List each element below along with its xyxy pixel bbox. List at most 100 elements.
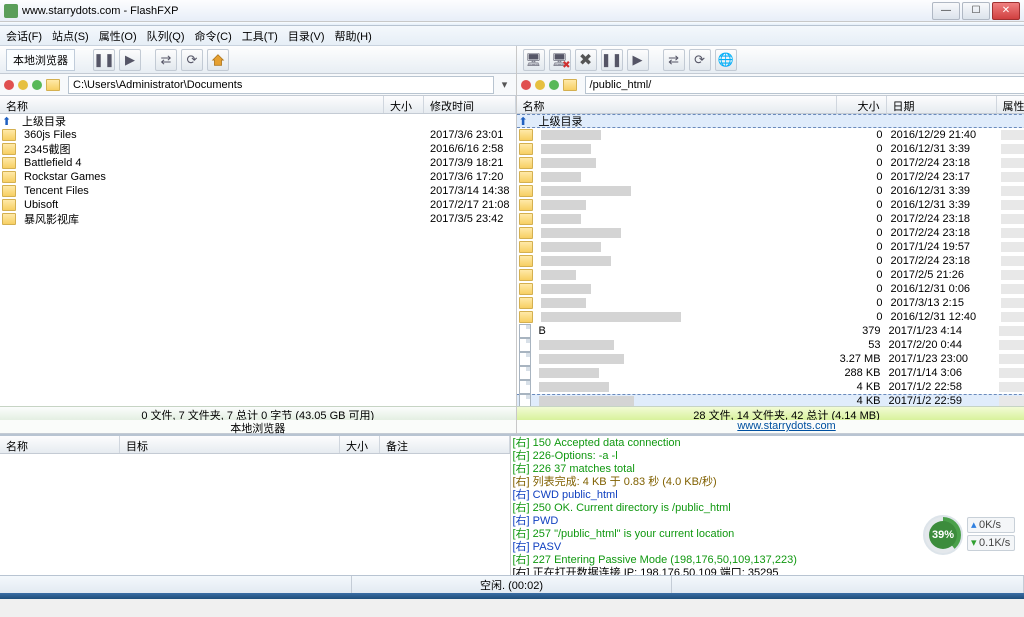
menu-option[interactable]: 属性(O) xyxy=(99,28,137,44)
path-dropdown-icon[interactable]: ▾ xyxy=(498,78,512,91)
menu-tool[interactable]: 工具(T) xyxy=(242,28,278,44)
menubar[interactable]: 会话(F) 站点(S) 属性(O) 队列(Q) 命令(C) 工具(T) 目录(V… xyxy=(0,26,1024,46)
list-item[interactable]: 360js Files2017/3/6 23:01 xyxy=(0,128,516,142)
home-icon[interactable] xyxy=(207,49,229,71)
list-item[interactable]: 02017/1/24 19:57 xyxy=(517,240,1024,254)
log-pane[interactable]: [右] 150 Accepted data connection[右] 226-… xyxy=(511,436,1024,575)
speed-gauge: 39% xyxy=(923,515,963,555)
disconnect-icon[interactable]: 🖥✖ xyxy=(549,49,571,71)
col-name[interactable]: 名称 xyxy=(517,96,837,113)
folder-icon xyxy=(519,157,533,169)
list-item[interactable]: 02017/2/24 23:18 xyxy=(517,212,1024,226)
list-item[interactable]: 暴风影视库2017/3/5 23:42 xyxy=(0,212,516,226)
local-path-input[interactable]: C:\Users\Administrator\Documents xyxy=(68,76,494,94)
maximize-button[interactable]: ☐ xyxy=(962,2,990,20)
folder-icon xyxy=(563,79,577,91)
parent-dir-icon[interactable]: ⬆ xyxy=(519,115,533,128)
qcol-target[interactable]: 目标 xyxy=(120,436,340,453)
col-name[interactable]: 名称 xyxy=(0,96,384,113)
status-light-red xyxy=(521,80,531,90)
file-icon xyxy=(519,338,531,352)
minimize-button[interactable]: — xyxy=(932,2,960,20)
parent-dir[interactable]: 上级目录 xyxy=(18,114,402,129)
folder-icon xyxy=(46,79,60,91)
file-icon xyxy=(519,366,531,380)
list-item[interactable]: 288 KB2017/1/14 3:06 xyxy=(517,366,1024,380)
parent-dir[interactable]: 上级目录 xyxy=(535,114,855,129)
pause-icon[interactable]: ❚❚ xyxy=(601,49,623,71)
remote-list-header[interactable]: 名称 大小 日期 属性 xyxy=(517,96,1024,114)
file-icon xyxy=(519,394,531,406)
refresh-icon[interactable]: ⟳ xyxy=(689,49,711,71)
abort-icon[interactable]: ✖ xyxy=(575,49,597,71)
list-item[interactable]: 532017/2/20 0:44 xyxy=(517,338,1024,352)
upload-speed: ▴ 0K/s xyxy=(967,517,1015,533)
list-item[interactable]: 02017/3/13 2:15 xyxy=(517,296,1024,310)
transfer-icon[interactable]: ⇄ xyxy=(663,49,685,71)
list-item[interactable]: 2345截图2016/6/16 2:58 xyxy=(0,142,516,156)
menu-session[interactable]: 会话(F) xyxy=(6,28,42,44)
list-item[interactable]: 3.27 MB2017/1/23 23:00 xyxy=(517,352,1024,366)
col-size[interactable]: 大小 xyxy=(837,96,887,113)
list-item[interactable]: 4 KB2017/1/2 22:59 xyxy=(517,394,1024,406)
list-item[interactable]: 4 KB2017/1/2 22:58 xyxy=(517,380,1024,394)
list-item[interactable]: Battlefield 42017/3/9 18:21 xyxy=(0,156,516,170)
list-item[interactable]: 02017/2/5 21:26 xyxy=(517,268,1024,282)
close-button[interactable]: ✕ xyxy=(992,2,1020,20)
col-attr[interactable]: 属性 xyxy=(997,96,1024,113)
list-item[interactable]: B3792017/1/23 4:14 xyxy=(517,324,1024,338)
local-substatus: 本地浏览器 xyxy=(0,420,516,434)
menu-command[interactable]: 命令(C) xyxy=(195,28,232,44)
queue-body[interactable] xyxy=(0,454,510,575)
list-item[interactable]: 02017/2/24 23:18 xyxy=(517,156,1024,170)
parent-dir-icon[interactable]: ⬆ xyxy=(2,115,16,128)
file-icon xyxy=(519,380,531,394)
col-date[interactable]: 日期 xyxy=(887,96,997,113)
col-date[interactable]: 修改时间 xyxy=(424,96,516,113)
log-line: [右] 226-Options: -a -l xyxy=(513,450,1023,463)
download-speed: ▾ 0.1K/s xyxy=(967,535,1015,551)
list-item[interactable]: 02017/2/24 23:18 xyxy=(517,226,1024,240)
remote-file-list[interactable]: ⬆上级目录02016/12/29 21:4002016/12/31 3:3902… xyxy=(517,114,1024,406)
remote-substatus[interactable]: www.starrydots.com xyxy=(517,420,1024,434)
local-browser-tab[interactable]: 本地浏览器 xyxy=(6,49,75,71)
status-light-green xyxy=(549,80,559,90)
refresh-icon[interactable]: ⟳ xyxy=(181,49,203,71)
list-item[interactable]: 02016/12/31 3:39 xyxy=(517,198,1024,212)
list-item[interactable]: 02016/12/31 3:39 xyxy=(517,184,1024,198)
connect-icon[interactable]: 🖥 xyxy=(523,49,545,71)
menu-queue[interactable]: 队列(Q) xyxy=(147,28,185,44)
globe-icon[interactable]: 🌐 xyxy=(715,49,737,71)
file-icon xyxy=(519,324,531,338)
app-icon xyxy=(4,4,18,18)
menu-site[interactable]: 站点(S) xyxy=(52,28,89,44)
menu-help[interactable]: 帮助(H) xyxy=(335,28,372,44)
queue-header[interactable]: 名称 目标 大小 备注 xyxy=(0,436,510,454)
list-item[interactable]: 02016/12/29 21:40 xyxy=(517,128,1024,142)
remote-path-input[interactable]: /public_html/ xyxy=(585,76,1024,94)
list-item[interactable]: 02016/12/31 12:40 xyxy=(517,310,1024,324)
status-light-yellow xyxy=(18,80,28,90)
log-line: [右] 250 OK. Current directory is /public… xyxy=(513,502,1023,515)
play-icon[interactable]: ▶ xyxy=(119,49,141,71)
play-icon[interactable]: ▶ xyxy=(627,49,649,71)
local-list-header[interactable]: 名称 大小 修改时间 xyxy=(0,96,516,114)
qcol-name[interactable]: 名称 xyxy=(0,436,120,453)
qcol-note[interactable]: 备注 xyxy=(380,436,510,453)
folder-icon xyxy=(519,241,533,253)
list-item[interactable]: 02016/12/31 0:06 xyxy=(517,282,1024,296)
col-size[interactable]: 大小 xyxy=(384,96,424,113)
list-item[interactable]: 02017/2/24 23:17 xyxy=(517,170,1024,184)
folder-icon xyxy=(519,199,533,211)
list-item[interactable]: 02016/12/31 3:39 xyxy=(517,142,1024,156)
list-item[interactable]: Rockstar Games2017/3/6 17:20 xyxy=(0,170,516,184)
menu-dir[interactable]: 目录(V) xyxy=(288,28,325,44)
pause-icon[interactable]: ❚❚ xyxy=(93,49,115,71)
transfer-icon[interactable]: ⇄ xyxy=(155,49,177,71)
status-light-red xyxy=(4,80,14,90)
list-item[interactable]: 02017/2/24 23:18 xyxy=(517,254,1024,268)
qcol-size[interactable]: 大小 xyxy=(340,436,380,453)
list-item[interactable]: Ubisoft2017/2/17 21:08 xyxy=(0,198,516,212)
list-item[interactable]: Tencent Files2017/3/14 14:38 xyxy=(0,184,516,198)
local-file-list[interactable]: ⬆上级目录360js Files2017/3/6 23:012345截图2016… xyxy=(0,114,516,406)
